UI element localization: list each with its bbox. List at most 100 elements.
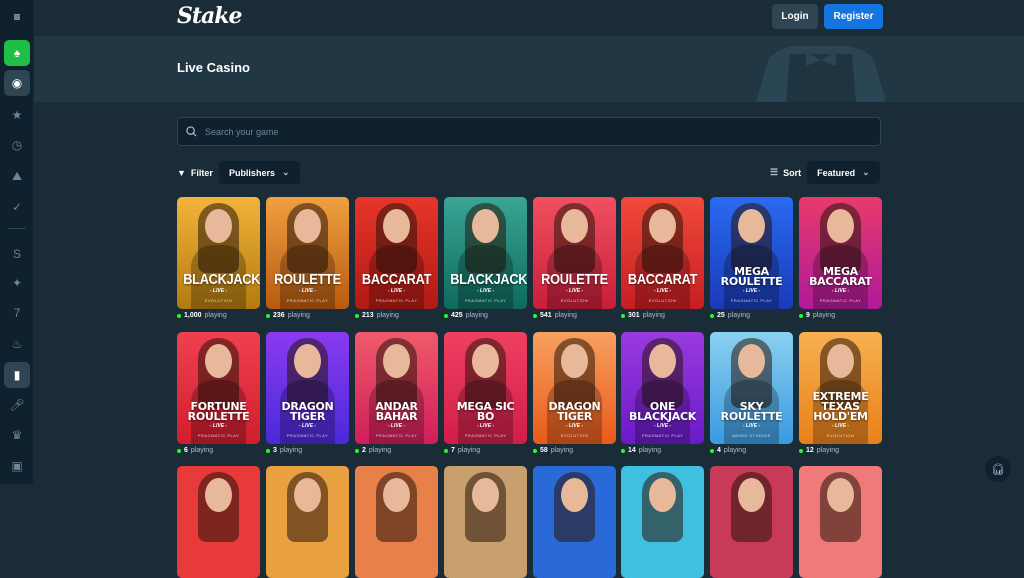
online-dot xyxy=(444,313,448,318)
playing-label: playing xyxy=(457,447,481,454)
ticket-icon[interactable]: ✓ xyxy=(4,194,30,220)
game-card[interactable]: MEGA SIC BO - LIVE - PRAGMATIC PLAY xyxy=(444,332,527,444)
game-card[interactable] xyxy=(621,466,704,578)
player-count: 301 playing xyxy=(621,312,665,319)
game-card[interactable]: ROULETTE - LIVE - EVOLUTION xyxy=(533,197,616,309)
login-button[interactable]: Login xyxy=(772,4,818,29)
game-card[interactable] xyxy=(266,466,349,578)
provider-name: PRAGMATIC PLAY xyxy=(730,298,773,303)
sort-icon: ☰ xyxy=(770,167,779,177)
fire-icon[interactable]: ♨ xyxy=(4,331,30,357)
dealer-face xyxy=(205,344,232,378)
sort-bar: ☰ Sort Featured ⌄ xyxy=(770,161,880,184)
game-card[interactable] xyxy=(799,466,882,578)
online-dot xyxy=(621,313,625,318)
game-card[interactable]: ONE BLACKJACK - LIVE - PRAGMATIC PLAY xyxy=(621,332,704,444)
game-card[interactable]: SKY ROULETTE - LIVE - ANIMO STUDIOS xyxy=(710,332,793,444)
game-card[interactable] xyxy=(177,466,260,578)
sparkle-icon[interactable]: ✦ xyxy=(4,270,30,296)
online-dot xyxy=(621,448,625,453)
game-card[interactable]: MEGA BACCARAT - LIVE - PRAGMATIC PLAY xyxy=(799,197,882,309)
dealer-face xyxy=(649,209,676,243)
star-icon[interactable]: ★ xyxy=(4,102,30,128)
sports-icon[interactable]: ◉ xyxy=(4,70,30,96)
game-card[interactable] xyxy=(533,466,616,578)
game-title: DRAGON TIGER xyxy=(548,400,601,423)
player-count: 3 playing xyxy=(266,447,302,454)
online-dot xyxy=(355,313,359,318)
live-tag: - LIVE - xyxy=(476,423,495,429)
game-card[interactable]: ROULETTE - LIVE - PRAGMATIC PLAY xyxy=(266,197,349,309)
game-card[interactable]: DRAGON TIGER - LIVE - PRAGMATIC PLAY xyxy=(266,332,349,444)
stake-logo[interactable]: Stake xyxy=(177,3,243,29)
microphone-icon[interactable]: 🎤︎ xyxy=(4,392,30,418)
playing-label: playing xyxy=(287,312,310,319)
playing-label: playing xyxy=(204,312,227,319)
publishers-dropdown[interactable]: Publishers ⌄ xyxy=(218,161,300,184)
sort-dropdown[interactable]: Featured ⌄ xyxy=(807,161,880,184)
game-card[interactable]: MEGA ROULETTE - LIVE - PRAGMATIC PLAY xyxy=(710,197,793,309)
game-card[interactable] xyxy=(710,466,793,578)
dealer-face xyxy=(738,344,765,378)
provider-name: EVOLUTION xyxy=(826,433,855,438)
casino-icon[interactable]: ♠ xyxy=(4,40,30,66)
search-input[interactable] xyxy=(205,126,805,137)
game-card[interactable]: BACCARAT - LIVE - PRAGMATIC PLAY xyxy=(355,197,438,309)
online-dot xyxy=(355,448,359,453)
dealer-face xyxy=(827,344,854,378)
online-dot xyxy=(177,448,181,453)
player-count: 58 playing xyxy=(533,447,573,454)
dealer-face xyxy=(649,344,676,378)
game-title: FORTUNE ROULETTE xyxy=(187,400,250,423)
game-card[interactable]: DRAGON TIGER - LIVE - EVOLUTION xyxy=(533,332,616,444)
dealer-face xyxy=(649,478,676,512)
register-button[interactable]: Register xyxy=(824,4,883,29)
player-number: 58 xyxy=(540,447,548,454)
playing-label: playing xyxy=(279,447,303,454)
live-tag: - LIVE - xyxy=(742,423,761,429)
live-tag: - LIVE - xyxy=(298,288,317,294)
live-tag: - LIVE - xyxy=(565,288,584,294)
provider-name: EVOLUTION xyxy=(560,298,589,303)
player-number: 213 xyxy=(362,312,374,319)
game-title: BACCARAT xyxy=(361,271,432,288)
crown-icon[interactable]: ♛ xyxy=(4,422,30,448)
game-title: MEGA ROULETTE xyxy=(720,265,783,288)
trophy-icon[interactable]: ⛰ xyxy=(4,163,30,189)
online-dot xyxy=(444,448,448,453)
player-count: 6 playing xyxy=(177,447,213,454)
game-card[interactable]: BACCARAT - LIVE - EVOLUTION xyxy=(621,197,704,309)
player-number: 9 xyxy=(806,312,810,319)
headset-icon: 🎧︎ xyxy=(991,463,1005,476)
dealer-face xyxy=(205,209,232,243)
provider-name: EVOLUTION xyxy=(648,298,677,303)
gift-icon[interactable]: ▣ xyxy=(4,453,30,479)
playing-label: playing xyxy=(727,312,750,319)
live-dealer-icon[interactable]: ▮ xyxy=(4,362,30,388)
game-card[interactable]: FORTUNE ROULETTE - LIVE - PRAGMATIC PLAY xyxy=(177,332,260,444)
dealer-face xyxy=(383,478,410,512)
dealer-face xyxy=(294,478,321,512)
provider-name: PRAGMATIC PLAY xyxy=(375,298,418,303)
dealer-face xyxy=(827,209,854,243)
provider-name: EVOLUTION xyxy=(204,298,233,303)
online-dot xyxy=(533,313,537,318)
game-title: BLACKJACK xyxy=(450,271,527,288)
playing-label: playing xyxy=(816,447,839,454)
game-card[interactable] xyxy=(355,466,438,578)
dealer-face xyxy=(294,209,321,243)
slots-icon[interactable]: 7 xyxy=(4,300,30,326)
live-tag: - LIVE - xyxy=(298,423,317,429)
clock-icon[interactable]: ◷ xyxy=(4,132,30,158)
live-support-button[interactable]: 🎧︎ xyxy=(985,456,1011,482)
search-bar[interactable] xyxy=(177,117,881,146)
game-card[interactable]: BLACKJACK - LIVE - PRAGMATIC PLAY xyxy=(444,197,527,309)
menu-icon[interactable]: ≡ xyxy=(4,4,30,30)
game-card[interactable]: ANDAR BAHAR - LIVE - PRAGMATIC PLAY xyxy=(355,332,438,444)
game-card[interactable]: EXTREME TEXAS HOLD'EM - LIVE - EVOLUTION xyxy=(799,332,882,444)
stake-originals-icon[interactable]: S xyxy=(4,241,30,267)
game-title: ROULETTE xyxy=(274,271,341,288)
playing-label: playing xyxy=(465,312,488,319)
game-card[interactable] xyxy=(444,466,527,578)
game-card[interactable]: BLACKJACK - LIVE - EVOLUTION xyxy=(177,197,260,309)
